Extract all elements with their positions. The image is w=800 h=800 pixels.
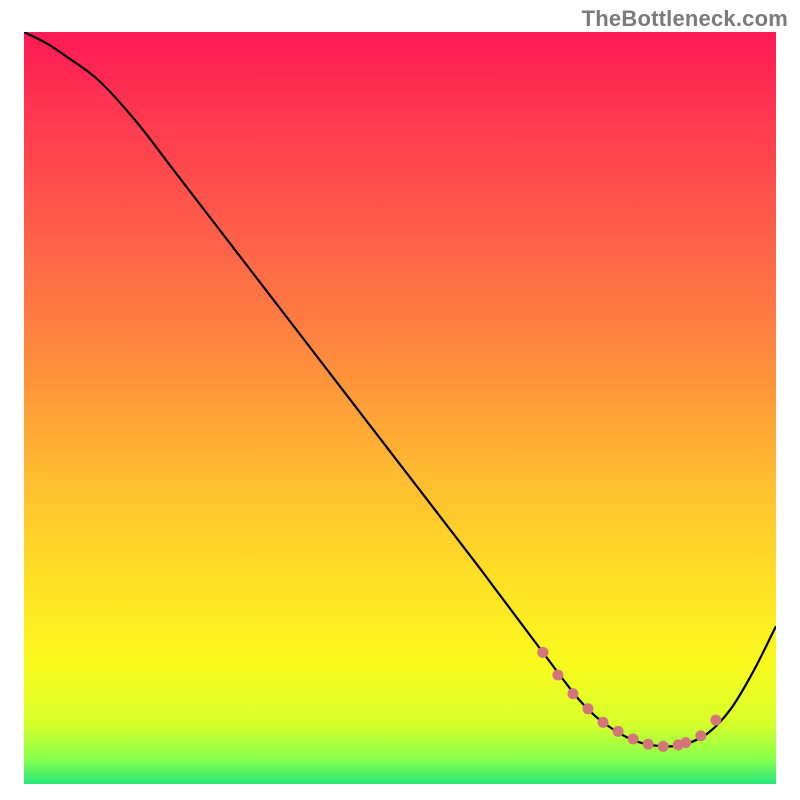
highlight-dot — [710, 715, 721, 726]
highlight-dot — [552, 669, 563, 680]
bottleneck-chart: TheBottleneck.com — [0, 0, 800, 800]
highlight-dot — [643, 739, 654, 750]
highlight-dot — [658, 741, 669, 752]
highlight-dot — [695, 730, 706, 741]
highlight-dot — [680, 737, 691, 748]
gradient-background — [24, 32, 776, 784]
highlight-dot — [613, 726, 624, 737]
chart-svg — [24, 32, 776, 784]
highlight-dot — [583, 703, 594, 714]
plot-area — [24, 32, 776, 784]
highlight-dot — [628, 733, 639, 744]
highlight-dot — [537, 647, 548, 658]
highlight-dot — [598, 717, 609, 728]
highlight-dot — [567, 688, 578, 699]
watermark-text: TheBottleneck.com — [582, 6, 788, 32]
